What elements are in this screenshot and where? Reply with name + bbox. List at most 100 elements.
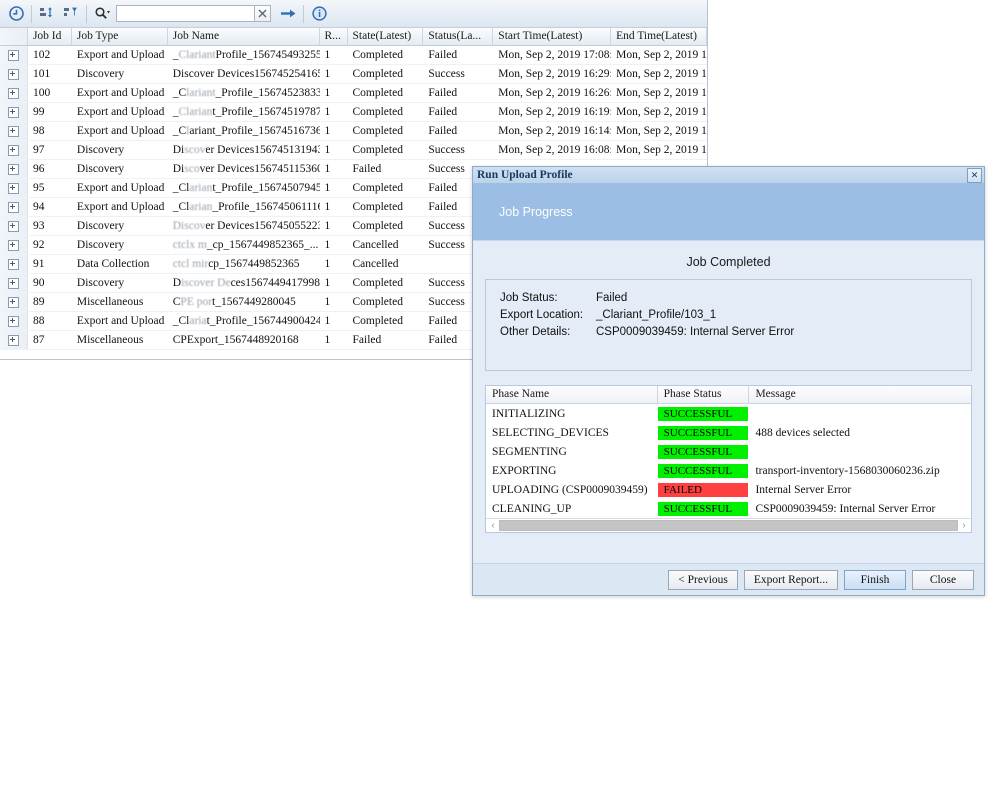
plus-box-icon[interactable] (7, 258, 19, 270)
phase-row[interactable]: SELECTING_DEVICES SUCCESSFUL 488 devices s… (486, 423, 971, 442)
phase-column-header-status[interactable]: Phase Status (658, 386, 750, 403)
table-row[interactable]: 101 Discovery Discover Devices156745254165… (0, 65, 707, 84)
row-expander[interactable] (0, 160, 28, 178)
phase-column-header-name[interactable]: Phase Name (486, 386, 658, 403)
cell-job-type: Miscellaneous (76, 296, 144, 308)
job-completed-heading: Job Completed (686, 255, 771, 269)
row-expander[interactable] (0, 331, 28, 349)
phase-row[interactable]: INITIALIZING SUCCESSFUL (486, 404, 971, 423)
plus-box-icon[interactable] (7, 201, 19, 213)
table-row[interactable]: 99 Export and Upload _Clariant_Profile_156… (0, 103, 707, 122)
filter-icon[interactable] (60, 3, 82, 25)
summary-value-job-status: Failed (596, 292, 628, 304)
cell-job-type: Miscellaneous (76, 334, 144, 346)
arrow-right-icon[interactable] (277, 3, 299, 25)
phase-row[interactable]: CLEANING_UP SUCCESSFUL CSP0009039459: Inte… (486, 499, 971, 518)
phase-name: CLEANING_UP (492, 502, 572, 515)
sort-icon[interactable] (36, 3, 58, 25)
column-header-start-time[interactable]: Start Time(Latest) (493, 28, 612, 45)
column-header-job-id[interactable]: Job Id (28, 28, 72, 45)
clear-search-button[interactable] (254, 5, 271, 22)
row-expander[interactable] (0, 217, 28, 235)
cell-job-name: ctclx m_cp_1567449852365_... (172, 239, 319, 251)
plus-box-icon[interactable] (7, 277, 19, 289)
dialog-titlebar[interactable]: Run Upload Profile ✕ (473, 167, 984, 183)
dialog-title: Run Upload Profile (477, 169, 573, 181)
chevron-right-icon[interactable]: › (958, 520, 970, 532)
plus-box-icon[interactable] (7, 68, 19, 80)
scrollbar-thumb[interactable] (499, 520, 958, 531)
phase-row[interactable]: EXPORTING SUCCESSFUL transport-inventory-1… (486, 461, 971, 480)
plus-box-icon[interactable] (7, 106, 19, 118)
phase-column-header-message[interactable]: Message (749, 386, 971, 403)
row-expander[interactable] (0, 236, 28, 254)
previous-button[interactable]: < Previous (668, 569, 738, 590)
plus-box-icon[interactable] (7, 315, 19, 327)
row-expander[interactable] (0, 255, 28, 273)
plus-box-icon[interactable] (7, 125, 19, 137)
row-expander[interactable] (0, 293, 28, 311)
finish-button[interactable]: Finish (844, 569, 906, 590)
row-expander[interactable] (0, 65, 28, 83)
phase-row[interactable]: UPLOADING (CSP0009039459) FAILED Internal … (486, 480, 971, 499)
plus-box-icon[interactable] (7, 220, 19, 232)
table-row[interactable]: 102 Export and Upload _ClariantProfile_156… (0, 46, 707, 65)
column-header-end-time[interactable]: End Time(Latest) (611, 28, 707, 45)
cell-retries: 1 (324, 258, 331, 270)
row-expander[interactable] (0, 198, 28, 216)
column-header-retries[interactable]: R... (320, 28, 348, 45)
row-expander[interactable] (0, 274, 28, 292)
obscured-text: arian (189, 182, 213, 194)
table-row[interactable]: 100 Export and Upload _Clariant_Profile_15… (0, 84, 707, 103)
close-icon[interactable]: ✕ (967, 167, 982, 183)
row-expander[interactable] (0, 179, 28, 197)
phase-row[interactable]: SEGMENTING SUCCESSFUL (486, 442, 971, 461)
cell-job-id: 97 (32, 144, 45, 156)
table-row[interactable]: 97 Discovery Discover Devices1567451319434… (0, 141, 707, 160)
row-expander[interactable] (0, 103, 28, 121)
chevron-left-icon[interactable]: ‹ (487, 520, 499, 532)
close-button[interactable]: Close (912, 569, 974, 590)
row-expander[interactable] (0, 141, 28, 159)
plus-box-icon[interactable] (7, 163, 19, 175)
cell-retries: 1 (324, 144, 331, 156)
refresh-icon[interactable] (5, 3, 27, 25)
cell-end-time: Mon, Sep 2, 2019 16:2... (616, 106, 707, 118)
column-header-job-name[interactable]: Job Name (168, 28, 320, 45)
status-badge: SUCCESSFUL (657, 501, 748, 516)
cell-job-id: 93 (32, 220, 45, 232)
cell-job-type: Data Collection (76, 258, 150, 270)
cell-job-type: Export and Upload (76, 87, 165, 99)
summary-label-export-location: Export Location: (500, 309, 584, 321)
column-header-state[interactable]: State(Latest) (348, 28, 424, 45)
phase-message: CSP0009039459: Internal Server Error (755, 502, 936, 515)
plus-box-icon[interactable] (7, 296, 19, 308)
search-icon[interactable] (91, 3, 113, 25)
summary-value-other-details: CSP0009039459: Internal Server Error (596, 326, 795, 338)
cell-state: Completed (352, 201, 403, 213)
column-header-status[interactable]: Status(La... (423, 28, 494, 45)
phase-message: 488 devices selected (755, 426, 850, 439)
cell-job-id: 98 (32, 125, 45, 137)
cell-job-name: _ClariantProfile_1567454932552 (172, 49, 320, 61)
plus-box-icon[interactable] (7, 182, 19, 194)
table-row[interactable]: 98 Export and Upload _Clariant_Profile_156… (0, 122, 707, 141)
export-report-button[interactable]: Export Report... (743, 569, 838, 590)
column-header-job-type[interactable]: Job Type (72, 28, 168, 45)
obscured-text: Discov (172, 220, 206, 232)
cell-end-time: Mon, Sep 2, 2019 16:2... (616, 87, 707, 99)
plus-box-icon[interactable] (7, 239, 19, 251)
plus-box-icon[interactable] (7, 334, 19, 346)
search-input[interactable] (116, 5, 254, 22)
row-expander[interactable] (0, 312, 28, 330)
phase-table-scrollbar[interactable]: ‹ › (486, 518, 971, 532)
row-expander[interactable] (0, 46, 28, 64)
plus-box-icon[interactable] (7, 87, 19, 99)
plus-box-icon[interactable] (7, 144, 19, 156)
info-icon[interactable] (308, 3, 330, 25)
cell-state: Completed (352, 125, 403, 137)
row-expander[interactable] (0, 122, 28, 140)
row-expander[interactable] (0, 84, 28, 102)
cell-state: Completed (352, 182, 403, 194)
plus-box-icon[interactable] (7, 49, 19, 61)
